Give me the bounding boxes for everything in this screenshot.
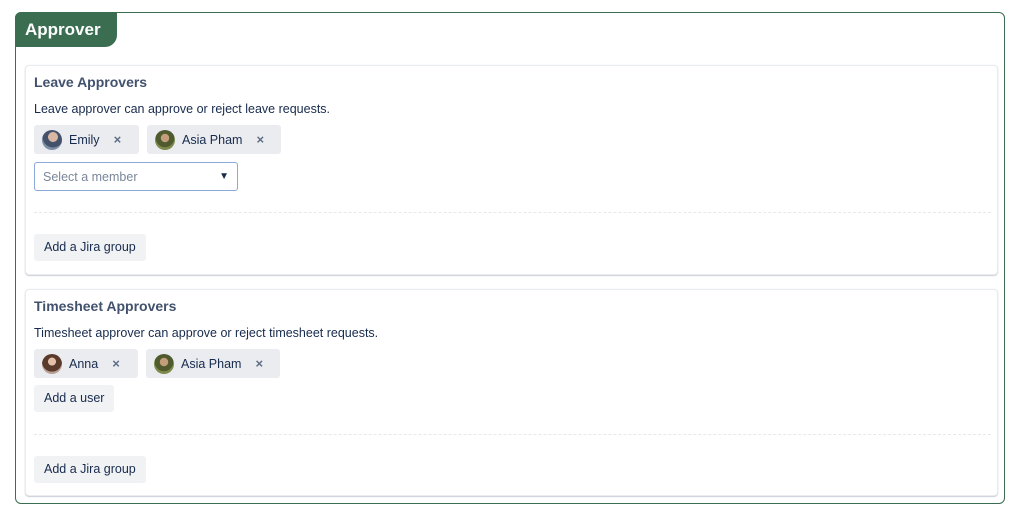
avatar: [155, 129, 175, 150]
approver-name: Anna: [69, 356, 99, 371]
approver-name: Asia Pham: [182, 132, 243, 147]
avatar: [42, 129, 62, 150]
chevron-down-icon: ▼: [219, 171, 229, 182]
timesheet-approvers-card: Timesheet Approvers Timesheet approver c…: [25, 289, 998, 496]
select-member-placeholder: Select a member: [43, 169, 138, 184]
divider: [34, 212, 991, 213]
approver-chip-asia-pham: Asia Pham ×: [147, 125, 281, 154]
approver-chip-asia-pham: Asia Pham ×: [146, 349, 280, 378]
remove-icon[interactable]: ×: [256, 132, 264, 147]
approver-name: Emily: [69, 132, 100, 147]
remove-icon[interactable]: ×: [112, 356, 120, 371]
timesheet-approvers-title: Timesheet Approvers: [34, 298, 177, 314]
approver-chip-anna: Anna ×: [34, 349, 138, 378]
approver-tab-header: Approver: [15, 12, 117, 47]
avatar: [154, 353, 174, 374]
approver-name: Asia Pham: [181, 356, 242, 371]
divider: [34, 434, 991, 435]
remove-icon[interactable]: ×: [255, 356, 263, 371]
approver-chip-emily: Emily ×: [34, 125, 139, 154]
leave-approvers-description: Leave approver can approve or reject lea…: [34, 102, 331, 116]
remove-icon[interactable]: ×: [114, 132, 122, 147]
leave-approvers-title: Leave Approvers: [34, 74, 148, 90]
approver-panel: Approver Leave Approvers Leave approver …: [15, 12, 1005, 504]
add-jira-group-button[interactable]: Add a Jira group: [34, 234, 146, 261]
add-jira-group-button[interactable]: Add a Jira group: [34, 456, 146, 483]
select-member-dropdown[interactable]: Select a member ▼: [34, 162, 238, 191]
timesheet-approvers-description: Timesheet approver can approve or reject…: [34, 326, 379, 340]
add-user-button[interactable]: Add a user: [34, 385, 115, 412]
avatar: [42, 353, 62, 374]
leave-approvers-card: Leave Approvers Leave approver can appro…: [25, 65, 998, 275]
